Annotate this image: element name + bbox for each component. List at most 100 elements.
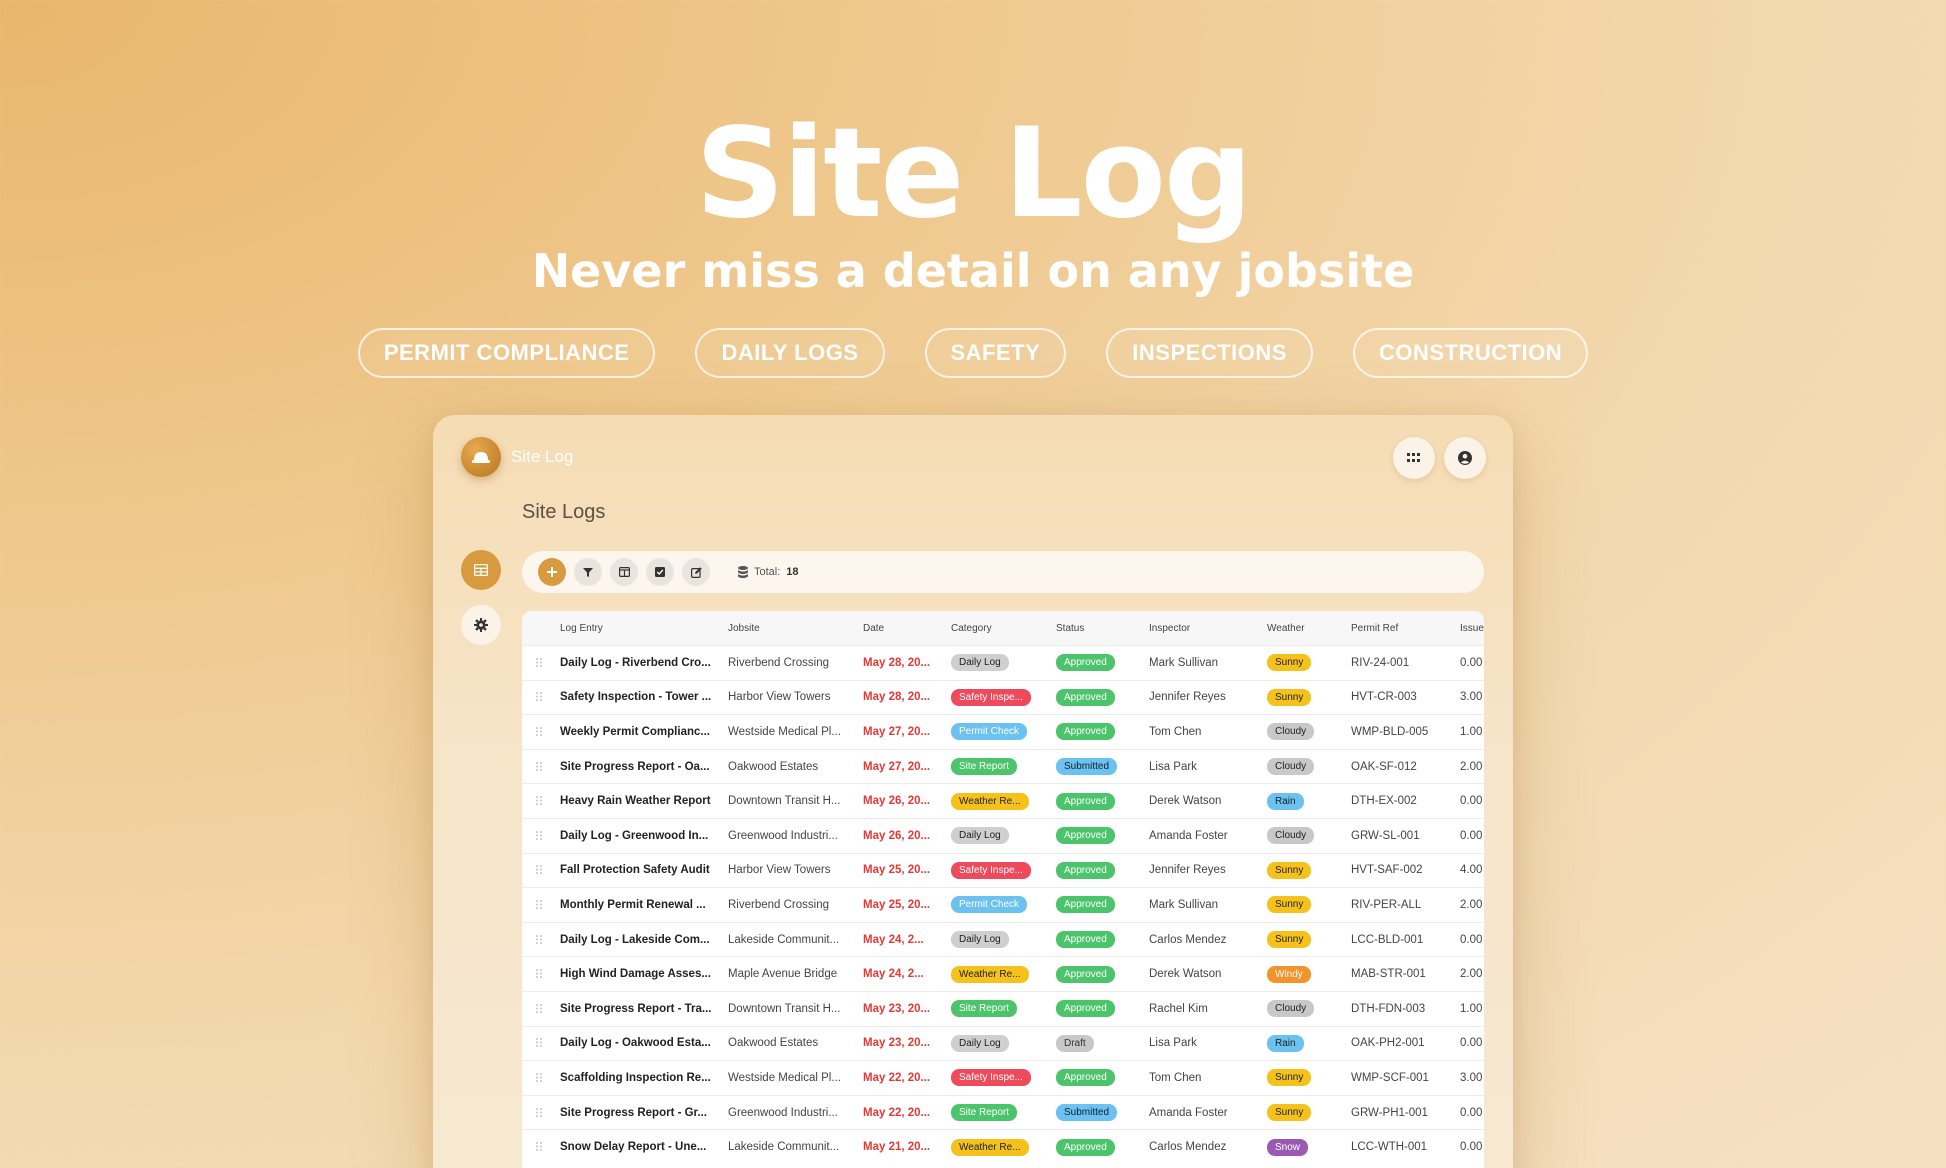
- database-icon: [738, 566, 748, 578]
- weather-badge: Cloudy: [1267, 758, 1315, 776]
- drag-handle-icon[interactable]: [522, 1106, 560, 1120]
- drag-handle-icon[interactable]: [522, 967, 560, 981]
- table-row[interactable]: Fall Protection Safety Audit Harbor View …: [522, 852, 1484, 888]
- permit-ref-cell: LCC-WTH-001: [1351, 1141, 1428, 1154]
- drag-handle-icon[interactable]: [522, 898, 560, 912]
- log-entry-cell[interactable]: Safety Inspection - Tower ...: [560, 691, 728, 703]
- table-row[interactable]: Weekly Permit Complianc... Westside Medic…: [522, 714, 1484, 749]
- drag-handle-icon[interactable]: [522, 1140, 560, 1154]
- category-badge: Daily Log: [951, 827, 1009, 845]
- category-cell: Safety Inspe...: [951, 688, 1056, 706]
- table-row[interactable]: Heavy Rain Weather Report Downtown Transi…: [522, 783, 1484, 818]
- checkbox-icon[interactable]: [646, 558, 674, 586]
- inspector-cell: Amanda Foster: [1149, 1106, 1228, 1119]
- jobsite-cell: Westside Medical Pl...: [728, 725, 841, 738]
- table-row[interactable]: Daily Log - Lakeside Com... Lakeside Comm…: [522, 921, 1484, 957]
- table-row[interactable]: Site Progress Report - Oa... Oakwood Esta…: [522, 748, 1484, 784]
- weather-badge: Sunny: [1267, 861, 1312, 879]
- drag-handle-icon[interactable]: [522, 656, 560, 670]
- log-entry-cell[interactable]: Scaffolding Inspection Re...: [560, 1072, 728, 1084]
- drag-handle-icon[interactable]: [522, 1002, 560, 1016]
- column-header[interactable]: Date: [863, 623, 951, 634]
- column-header[interactable]: Status: [1056, 623, 1149, 634]
- drag-handle-icon[interactable]: [522, 863, 560, 877]
- weather-badge: Cloudy: [1267, 723, 1315, 741]
- inspector-cell: Lisa Park: [1149, 760, 1197, 773]
- columns-icon[interactable]: [610, 558, 638, 586]
- total-count: Total: 18: [738, 566, 799, 578]
- tag-safety: SAFETY: [924, 328, 1067, 378]
- status-cell: Approved: [1056, 861, 1149, 879]
- permit-ref-cell: DTH-FDN-003: [1351, 1002, 1426, 1015]
- log-entry-cell[interactable]: Snow Delay Report - Une...: [560, 1141, 728, 1153]
- grid-icon[interactable]: [1393, 437, 1435, 479]
- log-entry-cell[interactable]: Site Progress Report - Oa...: [560, 761, 728, 773]
- log-entry-cell[interactable]: Daily Log - Riverbend Cro...: [560, 657, 728, 669]
- category-cell: Safety Inspe...: [951, 861, 1056, 879]
- drag-handle-icon[interactable]: [522, 725, 560, 739]
- status-cell: Approved: [1056, 688, 1149, 706]
- log-entry-cell[interactable]: Daily Log - Greenwood In...: [560, 830, 728, 842]
- log-entry-cell[interactable]: High Wind Damage Asses...: [560, 968, 728, 980]
- log-entry-cell[interactable]: Heavy Rain Weather Report: [560, 795, 728, 807]
- table-row[interactable]: Site Progress Report - Gr... Greenwood In…: [522, 1094, 1484, 1130]
- drag-handle-icon[interactable]: [522, 829, 560, 843]
- user-circle-icon[interactable]: [1444, 437, 1486, 479]
- table-row[interactable]: Safety Inspection - Tower ... Harbor View…: [522, 679, 1484, 715]
- column-header[interactable]: Permit Ref: [1351, 623, 1460, 634]
- column-header[interactable]: Category: [951, 623, 1056, 634]
- column-header[interactable]: Inspector: [1149, 623, 1267, 634]
- drag-handle-icon[interactable]: [522, 794, 560, 808]
- drag-handle-icon[interactable]: [522, 933, 560, 947]
- table-row[interactable]: High Wind Damage Asses... Maple Avenue Br…: [522, 956, 1484, 991]
- plus-icon[interactable]: [538, 558, 566, 586]
- table-row[interactable]: Daily Log - Greenwood In... Greenwood Ind…: [522, 817, 1484, 853]
- jobsite-cell: Maple Avenue Bridge: [728, 968, 838, 981]
- drag-handle-icon[interactable]: [522, 1071, 560, 1085]
- log-entry-cell[interactable]: Daily Log - Oakwood Esta...: [560, 1037, 728, 1049]
- weather-cell: Snow: [1267, 1138, 1351, 1156]
- category-cell: Permit Check: [951, 896, 1056, 914]
- category-badge: Safety Inspe...: [951, 861, 1031, 879]
- category-badge: Safety Inspe...: [951, 1069, 1031, 1087]
- weather-badge: Rain: [1267, 792, 1304, 810]
- drag-handle-icon[interactable]: [522, 1036, 560, 1050]
- drag-handle-icon[interactable]: [522, 690, 560, 704]
- weather-badge: Sunny: [1267, 688, 1312, 706]
- category-cell: Weather Re...: [951, 792, 1056, 810]
- jobsite-cell: Riverbend Crossing: [728, 656, 829, 669]
- column-header[interactable]: Issue: [1460, 623, 1484, 634]
- category-badge: Site Report: [951, 1000, 1018, 1018]
- table-row[interactable]: Monthly Permit Renewal ... Riverbend Cros…: [522, 887, 1484, 922]
- inspector-cell: Tom Chen: [1149, 725, 1202, 738]
- category-badge: Weather Re...: [951, 792, 1029, 810]
- table-row[interactable]: Daily Log - Riverbend Cro... Riverbend Cr…: [522, 645, 1484, 680]
- gear-icon[interactable]: [461, 605, 501, 645]
- weather-cell: Rain: [1267, 792, 1351, 810]
- table-row[interactable]: Snow Delay Report - Une... Lakeside Commu…: [522, 1129, 1484, 1164]
- log-entry-cell[interactable]: Site Progress Report - Tra...: [560, 1003, 728, 1015]
- column-header[interactable]: Weather: [1267, 623, 1351, 634]
- status-cell: Approved: [1056, 931, 1149, 949]
- date-cell: May 21, 20...: [863, 1141, 931, 1154]
- filter-icon[interactable]: [574, 558, 602, 586]
- inspector-cell: Mark Sullivan: [1149, 656, 1219, 669]
- log-entry-cell[interactable]: Weekly Permit Complianc...: [560, 726, 728, 738]
- log-entry-cell[interactable]: Fall Protection Safety Audit: [560, 864, 728, 876]
- edit-icon[interactable]: [682, 558, 710, 586]
- drag-handle-icon[interactable]: [522, 760, 560, 774]
- log-entry-cell[interactable]: Site Progress Report - Gr...: [560, 1107, 728, 1119]
- column-header[interactable]: Jobsite: [728, 623, 863, 634]
- log-entry-cell[interactable]: Monthly Permit Renewal ...: [560, 899, 728, 911]
- table-row[interactable]: Scaffolding Inspection Re... Westside Med…: [522, 1060, 1484, 1095]
- jobsite-cell: Oakwood Estates: [728, 1037, 819, 1050]
- column-header[interactable]: Log Entry: [560, 623, 728, 634]
- date-cell: May 25, 20...: [863, 898, 931, 911]
- hard-hat-icon[interactable]: [461, 437, 501, 477]
- table-row[interactable]: Daily Log - Oakwood Esta... Oakwood Estat…: [522, 1025, 1484, 1061]
- jobsite-cell: Greenwood Industri...: [728, 1106, 838, 1119]
- table-icon[interactable]: [461, 550, 501, 590]
- table-row[interactable]: Site Progress Report - Tra... Downtown Tr…: [522, 990, 1484, 1026]
- status-badge: Approved: [1056, 965, 1115, 983]
- log-entry-cell[interactable]: Daily Log - Lakeside Com...: [560, 934, 728, 946]
